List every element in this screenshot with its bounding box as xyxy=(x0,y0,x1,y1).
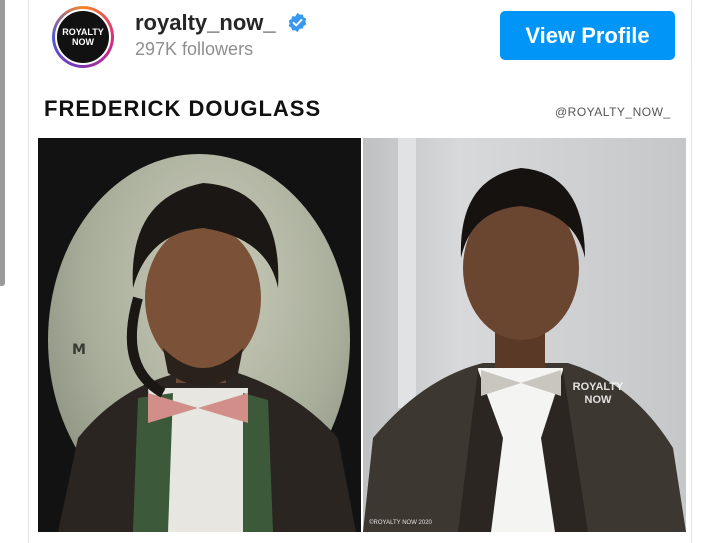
edge-tab xyxy=(0,0,5,286)
card-border-right xyxy=(691,0,692,543)
svg-text:M: M xyxy=(72,342,86,358)
watermark-line1: ROYALTY xyxy=(572,381,624,393)
portrait-figure-right xyxy=(363,138,686,532)
followers-count: 297K followers xyxy=(135,39,254,59)
view-profile-button[interactable]: View Profile xyxy=(500,11,675,60)
post-title: FREDERICK DOUGLASS xyxy=(44,96,322,121)
post-handle: @ROYALTY_NOW_ xyxy=(555,105,671,119)
portrait-photo-original: M xyxy=(38,138,361,532)
avatar[interactable]: ROYALTY NOW xyxy=(52,6,114,68)
avatar-text-line2: NOW xyxy=(72,37,94,47)
avatar-text-line1: ROYALTY xyxy=(62,27,104,37)
watermark-royalty-now: ROYALTY NOW xyxy=(563,381,633,407)
avatar-logo: ROYALTY NOW xyxy=(55,9,111,65)
portrait-photo-modern: ROYALTY NOW ©ROYALTY NOW 2020 xyxy=(363,138,686,532)
watermark-line2: NOW xyxy=(584,394,612,406)
card-border-left xyxy=(28,0,29,543)
portrait-figure-left xyxy=(58,183,356,532)
watermark-footer: ©ROYALTY NOW 2020 xyxy=(369,520,432,526)
username-link[interactable]: royalty_now_ xyxy=(135,10,276,36)
watermark-logo-icon: M xyxy=(72,342,86,358)
verified-badge-icon xyxy=(288,12,307,33)
